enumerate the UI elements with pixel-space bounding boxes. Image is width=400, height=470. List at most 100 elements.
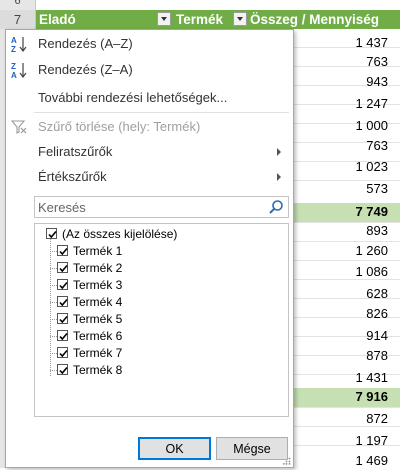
more-sort-options-label: További rendezési lehetőségek... (38, 90, 228, 105)
checkmark-icon (59, 315, 68, 324)
value-cell[interactable]: 893 (366, 222, 388, 240)
list-item[interactable]: Termék 5 (35, 311, 288, 328)
checkmark-icon (59, 281, 68, 290)
sort-z-a-item[interactable]: Z A Rendezés (Z–A) (6, 57, 293, 83)
value-cell[interactable]: 1 086 (355, 263, 388, 281)
sort-z-a-label: Rendezés (Z–A) (38, 62, 133, 77)
more-sort-options-item[interactable]: További rendezési lehetőségek... (6, 85, 293, 111)
value-cell[interactable]: 872 (366, 410, 388, 428)
svg-text:A: A (11, 71, 17, 79)
row-header-7[interactable]: 7 (0, 10, 36, 29)
value-cell[interactable]: 914 (366, 327, 388, 345)
value-cell[interactable]: 1 437 (355, 34, 388, 52)
svg-text:Z: Z (11, 45, 16, 53)
value-cell[interactable]: 826 (366, 305, 388, 323)
sort-a-z-label: Rendezés (A–Z) (38, 36, 133, 51)
pivot-header-row: Eladó Termék Összeg / Mennyiség (36, 10, 400, 29)
seller-filter-button[interactable] (157, 12, 171, 26)
submenu-arrow-icon (277, 148, 281, 156)
filter-items-list: (Az összes kijelölése) Termék 1 Termék 2… (34, 223, 289, 417)
value-cell[interactable]: 763 (366, 53, 388, 71)
item-label: Termék 8 (73, 363, 123, 377)
svg-text:A: A (11, 36, 17, 45)
item-label: Termék 1 (73, 244, 123, 258)
filter-dropdown-panel: A Z Rendezés (A–Z) Z A Rendezés (Z–A) To… (5, 29, 294, 468)
item-checkbox[interactable] (57, 279, 68, 290)
value-cell[interactable]: 1 431 (355, 369, 388, 387)
value-cell[interactable]: 628 (366, 285, 388, 303)
tree-line (50, 268, 57, 269)
select-all-checkbox[interactable] (46, 228, 57, 239)
value-cell[interactable]: 878 (366, 347, 388, 365)
select-all-item[interactable]: (Az összes kijelölése) (35, 226, 288, 243)
list-item[interactable]: Termék 2 (35, 260, 288, 277)
item-checkbox[interactable] (57, 296, 68, 307)
item-label: Termék 6 (73, 329, 123, 343)
value-cell[interactable]: 1 469 (355, 452, 388, 470)
value-cell[interactable]: 1 197 (355, 432, 388, 450)
item-label: Termék 5 (73, 312, 123, 326)
value-filters-label: Értékszűrők (38, 169, 107, 184)
sort-a-z-icon: A Z (11, 36, 27, 53)
header-total: Összeg / Mennyiség (250, 12, 380, 27)
label-filters-label: Feliratszűrők (38, 144, 113, 159)
tree-line (50, 302, 57, 303)
checkmark-icon (59, 332, 68, 341)
list-item[interactable]: Termék 6 (35, 328, 288, 345)
value-cell[interactable]: 1 000 (355, 117, 388, 135)
header-product: Termék (176, 12, 224, 27)
search-icon[interactable] (268, 199, 284, 215)
item-checkbox[interactable] (57, 262, 68, 273)
sort-z-a-icon: Z A (11, 62, 27, 79)
sort-a-z-item[interactable]: A Z Rendezés (A–Z) (6, 31, 293, 57)
checkmark-icon (59, 349, 68, 358)
tree-line (50, 353, 57, 354)
item-label: Termék 4 (73, 295, 123, 309)
value-cell[interactable]: 763 (366, 137, 388, 155)
checkmark-icon (59, 264, 68, 273)
value-cell[interactable]: 1 023 (355, 158, 388, 176)
list-item[interactable]: Termék 7 (35, 345, 288, 362)
value-cell[interactable]: 1 247 (355, 95, 388, 113)
cancel-button[interactable]: Mégse (216, 437, 288, 460)
checkmark-icon (59, 298, 68, 307)
clear-filter-label: Szűrő törlése (hely: Termék) (38, 119, 201, 134)
menu-separator (34, 112, 289, 113)
item-label: Termék 7 (73, 346, 123, 360)
checkmark-icon (59, 247, 68, 256)
row-header-6[interactable]: 6 (0, 0, 36, 10)
select-all-label: (Az összes kijelölése) (62, 227, 178, 241)
clear-filter-icon (10, 120, 27, 134)
resize-grip-icon[interactable] (283, 457, 291, 465)
tree-line (50, 285, 57, 286)
list-item[interactable]: Termék 4 (35, 294, 288, 311)
item-checkbox[interactable] (57, 330, 68, 341)
subtotal-value[interactable]: 7 749 (355, 203, 388, 221)
checkmark-icon (59, 366, 68, 375)
list-item[interactable]: Termék 1 (35, 243, 288, 260)
clear-filter-item[interactable]: Szűrő törlése (hely: Termék) (6, 114, 293, 140)
search-input[interactable] (38, 199, 258, 215)
ok-button[interactable]: OK (138, 437, 211, 460)
subtotal-value[interactable]: 7 916 (355, 388, 388, 406)
item-label: Termék 2 (73, 261, 123, 275)
tree-line (50, 319, 57, 320)
search-box (34, 196, 289, 218)
value-cell[interactable]: 943 (366, 73, 388, 91)
svg-text:Z: Z (11, 62, 16, 71)
value-filters-item[interactable]: Értékszűrők (6, 164, 293, 190)
value-cell[interactable]: 573 (366, 180, 388, 198)
label-filters-item[interactable]: Feliratszűrők (6, 139, 293, 165)
list-item[interactable]: Termék 3 (35, 277, 288, 294)
product-filter-button[interactable] (233, 12, 247, 26)
item-checkbox[interactable] (57, 364, 68, 375)
item-checkbox[interactable] (57, 313, 68, 324)
tree-line (50, 251, 57, 252)
list-item[interactable]: Termék 8 (35, 362, 288, 379)
value-cell[interactable]: 1 260 (355, 242, 388, 260)
item-checkbox[interactable] (57, 347, 68, 358)
item-label: Termék 3 (73, 278, 123, 292)
tree-line (50, 336, 57, 337)
header-seller: Eladó (39, 12, 76, 27)
item-checkbox[interactable] (57, 245, 68, 256)
